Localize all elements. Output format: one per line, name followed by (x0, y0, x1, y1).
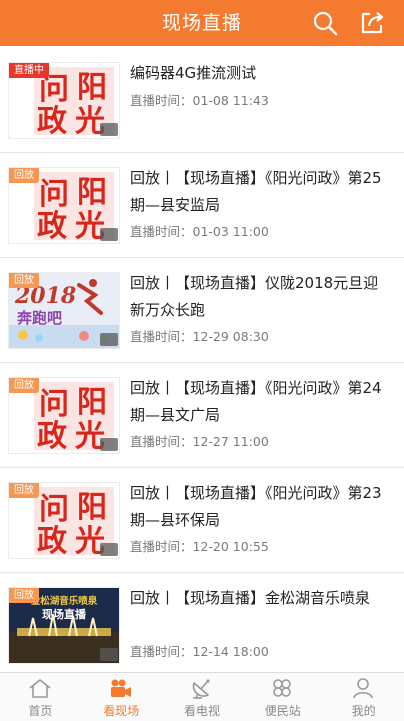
svg-text:金松湖音乐喷泉: 金松湖音乐喷泉 (30, 595, 98, 607)
thumbnail[interactable]: 2018 奔跑吧 回放 (8, 272, 120, 349)
item-time: 直播时间：12-29 08:30 (130, 329, 269, 344)
list-item[interactable]: 2018 奔跑吧 回放 回放丨【现场直播】仪陇2018元旦迎新万众长跑 直播时间… (0, 258, 404, 363)
live-stream-list[interactable]: 问 阳 政 光 直播中 编码器4G推流测试 直播时间：01-08 11:43 问… (0, 48, 404, 672)
list-item[interactable]: 问 阳 政 光 回放 回放丨【现场直播】《阳光问政》第23期—县环保局 直播时间… (0, 468, 404, 573)
thumbnail[interactable]: 问 阳 政 光 回放 (8, 167, 120, 244)
item-title[interactable]: 回放丨【现场直播】《阳光问政》第23期—县环保局 (130, 480, 392, 534)
video-icon (100, 543, 118, 556)
video-icon (100, 228, 118, 241)
live-badge: 直播中 (9, 63, 49, 78)
item-title[interactable]: 回放丨【现场直播】《阳光问政》第25期—县安监局 (130, 165, 392, 219)
tab-label: 看现场 (103, 704, 140, 718)
item-title[interactable]: 回放丨【现场直播】《阳光问政》第24期—县文广局 (130, 375, 392, 429)
svg-text:阳: 阳 (77, 70, 107, 105)
thumbnail[interactable]: 问 阳 政 光 回放 (8, 482, 120, 559)
video-camera-icon (110, 679, 131, 697)
tab-live[interactable]: 看现场 (81, 673, 162, 721)
replay-badge: 回放 (9, 588, 39, 603)
home-icon (29, 679, 51, 698)
item-time: 直播时间：01-08 11:43 (130, 93, 269, 108)
svg-text:政: 政 (37, 419, 67, 453)
svg-text:政: 政 (37, 209, 67, 243)
svg-text:政: 政 (37, 104, 67, 138)
tab-services[interactable]: 便民站 (242, 673, 323, 721)
replay-badge: 回放 (9, 378, 39, 393)
item-time: 直播时间：12-27 11:00 (130, 434, 269, 449)
svg-text:现场直播: 现场直播 (42, 607, 87, 621)
thumbnail[interactable]: 问 阳 政 光 回放 (8, 377, 120, 454)
replay-badge: 回放 (9, 168, 39, 183)
svg-text:问: 问 (39, 492, 69, 527)
page-title: 现场直播 (161, 12, 242, 34)
tab-label: 我的 (351, 704, 376, 718)
svg-text:阳: 阳 (77, 385, 107, 420)
svg-text:政: 政 (37, 524, 67, 558)
video-icon (100, 648, 118, 661)
top-nav-bar: 现场直播 (0, 0, 404, 46)
search-icon[interactable] (312, 10, 338, 36)
tab-home[interactable]: 首页 (0, 673, 81, 721)
tab-tv[interactable]: 看电视 (162, 673, 243, 721)
satellite-dish-icon (192, 679, 210, 699)
thumbnail[interactable]: 金松湖音乐喷泉 现场直播 回放 (8, 587, 120, 664)
list-item[interactable]: 问 阳 政 光 直播中 编码器4G推流测试 直播时间：01-08 11:43 (0, 48, 404, 153)
share-icon[interactable] (359, 10, 385, 36)
svg-text:问: 问 (39, 387, 69, 422)
list-item[interactable]: 问 阳 政 光 回放 回放丨【现场直播】《阳光问政》第25期—县安监局 直播时间… (0, 153, 404, 258)
video-icon (100, 438, 118, 451)
bottom-tab-bar: 首页 看现场 看电视 便民站 我的 (0, 672, 404, 721)
replay-badge: 回放 (9, 273, 39, 288)
svg-text:问: 问 (39, 177, 69, 212)
item-time: 直播时间：01-03 11:00 (130, 224, 269, 239)
video-icon (100, 123, 118, 136)
video-icon (100, 333, 118, 346)
svg-text:奔跑吧: 奔跑吧 (16, 309, 62, 327)
tab-label: 首页 (28, 704, 53, 718)
item-title[interactable]: 回放丨【现场直播】金松湖音乐喷泉 (130, 585, 392, 612)
thumbnail[interactable]: 问 阳 政 光 直播中 (8, 62, 120, 139)
item-title[interactable]: 回放丨【现场直播】仪陇2018元旦迎新万众长跑 (130, 270, 392, 324)
user-icon (353, 678, 373, 699)
list-item[interactable]: 问 阳 政 光 回放 回放丨【现场直播】《阳光问政》第24期—县文广局 直播时间… (0, 363, 404, 468)
replay-badge: 回放 (9, 483, 39, 498)
item-title[interactable]: 编码器4G推流测试 (130, 60, 392, 87)
tab-label: 看电视 (183, 704, 220, 718)
svg-text:阳: 阳 (77, 175, 107, 210)
svg-text:阳: 阳 (77, 490, 107, 525)
clover-icon (273, 679, 292, 697)
item-time: 直播时间：12-14 18:00 (130, 644, 269, 659)
tab-profile[interactable]: 我的 (323, 673, 404, 721)
list-item[interactable]: 金松湖音乐喷泉 现场直播 回放 回放丨【现场直播】金松湖音乐喷泉 直播时间：12… (0, 573, 404, 672)
tab-label: 便民站 (264, 704, 301, 718)
item-time: 直播时间：12-20 10:55 (130, 539, 269, 554)
